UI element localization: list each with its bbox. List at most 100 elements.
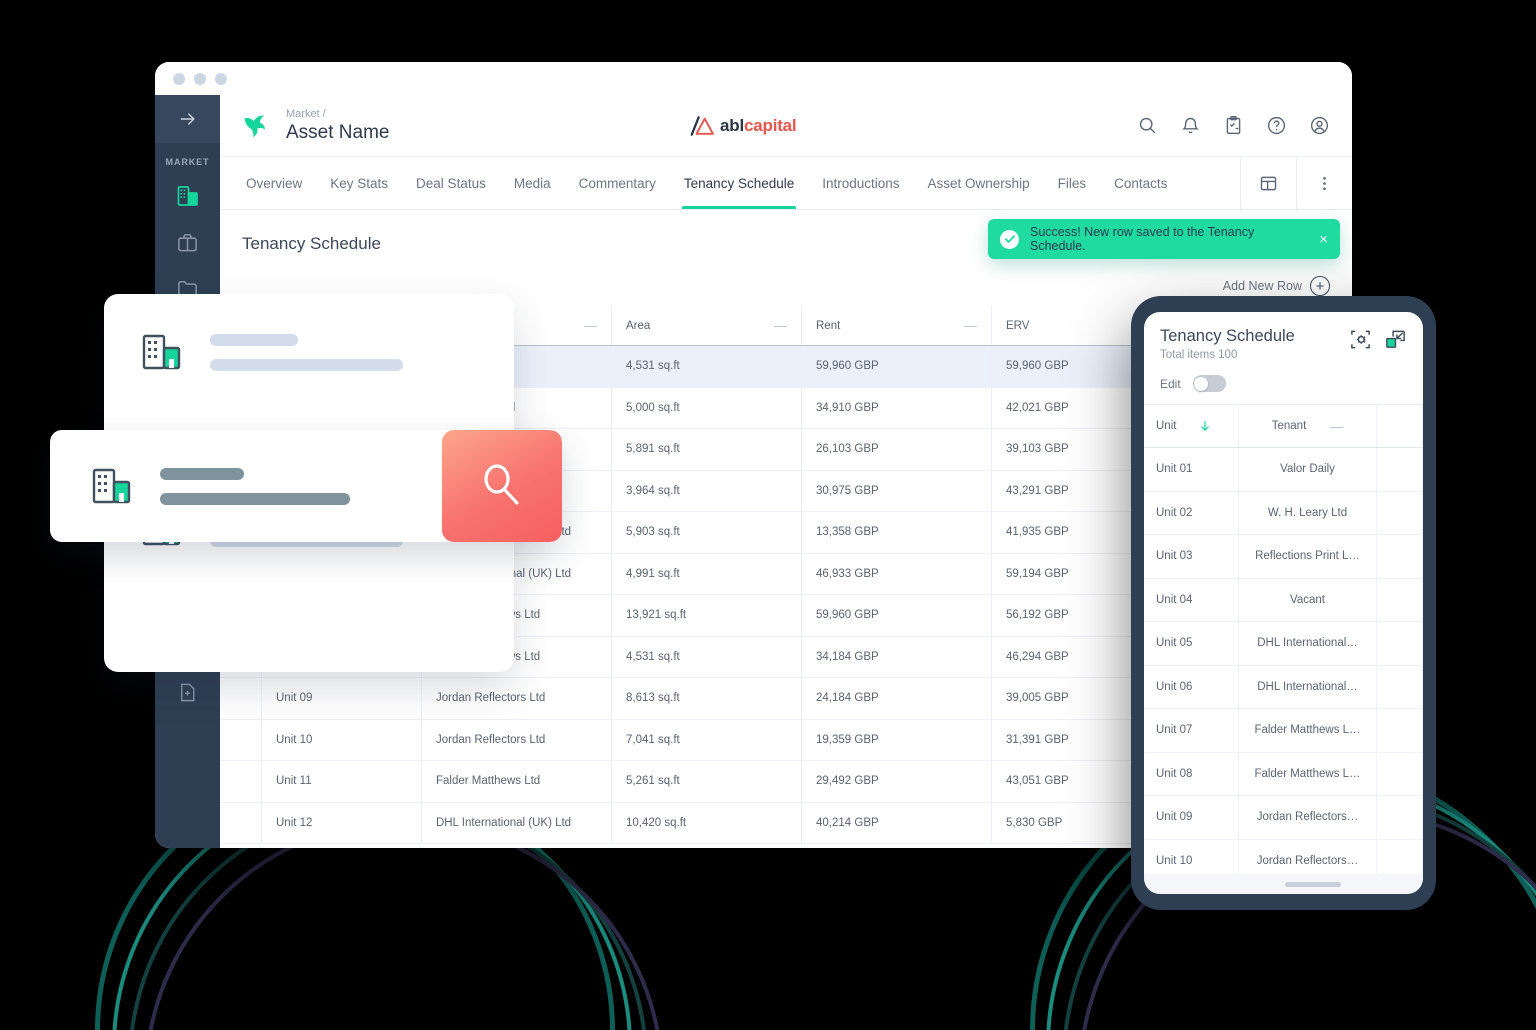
tab-media[interactable]: Media — [500, 157, 565, 209]
column-header-rent[interactable]: Rent — — [802, 306, 992, 345]
tablet-column-header-tenant[interactable]: Tenant — — [1239, 405, 1377, 447]
window-dot-maximize[interactable] — [215, 72, 227, 85]
tab-overview[interactable]: Overview — [232, 157, 316, 209]
column-header-area[interactable]: Area — — [612, 306, 802, 345]
kangaroo-logo-icon — [244, 115, 265, 137]
bell-icon[interactable] — [1180, 115, 1201, 136]
tab-introductions[interactable]: Introductions — [808, 157, 913, 209]
buildings-icon — [177, 186, 198, 206]
tablet-header-row: Unit Tenant — — [1144, 404, 1423, 448]
search-tile-button[interactable] — [442, 430, 562, 542]
tab-contacts[interactable]: Contacts — [1100, 157, 1181, 209]
sidebar-item-add-document[interactable] — [167, 671, 209, 713]
table-cell-area: 3,964 sq.ft — [612, 470, 802, 511]
floating-result-card-front[interactable] — [50, 430, 562, 542]
close-icon[interactable]: × — [1319, 232, 1328, 247]
tablet-table-row[interactable]: Unit 07 Falder Matthews L… — [1144, 709, 1423, 753]
more-vertical-icon — [1323, 176, 1326, 190]
tab-asset-ownership[interactable]: Asset Ownership — [914, 157, 1044, 209]
sidebar-item-briefcase[interactable] — [167, 221, 209, 263]
sidebar-collapse-toggle[interactable] — [155, 95, 220, 143]
layout-panel-button[interactable] — [1240, 157, 1296, 209]
tablet-column-header-unit[interactable]: Unit — [1144, 405, 1239, 447]
company-logo: ablcapital — [690, 116, 797, 136]
tablet-table-row[interactable]: Unit 03 Reflections Print L… — [1144, 535, 1423, 579]
tablet-title: Tenancy Schedule — [1160, 327, 1295, 345]
sidebar-section-market-label: MARKET — [165, 157, 210, 167]
tablet-cell-tenant: DHL International… — [1239, 665, 1377, 708]
column-header-erv-label: ERV — [1006, 319, 1030, 332]
table-cell-area: 5,000 sq.ft — [612, 387, 802, 428]
tablet-cell-blank — [1377, 839, 1423, 874]
tablet-horizontal-scrollbar[interactable] — [1144, 874, 1423, 894]
window-dot-minimize[interactable] — [194, 72, 206, 85]
building-icon — [142, 334, 181, 370]
tablet-table-row[interactable]: Unit 01 Valor Daily — [1144, 448, 1423, 492]
tablet-edit-label: Edit — [1160, 376, 1181, 391]
table-cell-unit: Unit 10 — [262, 719, 422, 760]
more-options-button[interactable] — [1296, 157, 1352, 209]
help-icon[interactable] — [1266, 115, 1287, 136]
table-cell-unit: Unit 12 — [262, 802, 422, 843]
plus-circle-icon[interactable]: + — [1310, 276, 1330, 296]
tablet-edit-switch[interactable] — [1192, 375, 1226, 392]
tablet-table-row[interactable]: Unit 02 W. H. Leary Ltd — [1144, 491, 1423, 535]
arrow-down-icon — [1201, 420, 1210, 431]
tablet-table-body: Unit 01 Valor Daily Unit 02 W. H. Leary Ltd… — [1144, 448, 1423, 874]
tab-tenancy-schedule[interactable]: Tenancy Schedule — [670, 157, 808, 209]
table-cell-rent: 59,960 GBP — [802, 595, 992, 636]
sidebar-item-buildings[interactable] — [167, 175, 209, 217]
search-icon — [484, 464, 519, 505]
tablet-device: Tenancy Schedule Total items 100 Edit Un… — [1131, 296, 1436, 910]
tablet-cell-tenant: Falder Matthews L… — [1239, 752, 1377, 795]
tablet-table-row[interactable]: Unit 08 Falder Matthews L… — [1144, 752, 1423, 796]
skeleton-row — [104, 330, 514, 374]
breadcrumb-parent[interactable]: Market / — [286, 107, 389, 121]
tablet-cell-unit: Unit 06 — [1144, 665, 1239, 708]
tablet-table-row[interactable]: Unit 06 DHL International… — [1144, 665, 1423, 709]
tablet-scroll-thumb[interactable] — [1284, 881, 1341, 887]
tablet-cell-tenant: Vacant — [1239, 578, 1377, 621]
tablet-cell-tenant: W. H. Leary Ltd — [1239, 491, 1377, 534]
table-cell-tenant: DHL International (UK) Ltd — [422, 802, 612, 843]
tab-key-stats[interactable]: Key Stats — [316, 157, 402, 209]
tablet-cell-tenant: Jordan Reflectors… — [1239, 839, 1377, 874]
table-cell-rent: 26,103 GBP — [802, 429, 992, 470]
settings-frame-icon[interactable] — [1349, 328, 1372, 351]
tablet-cell-unit: Unit 05 — [1144, 622, 1239, 665]
tablet-cell-unit: Unit 09 — [1144, 796, 1239, 839]
tab-commentary[interactable]: Commentary — [565, 157, 670, 209]
dash-icon: — — [1330, 418, 1344, 434]
add-new-row-control[interactable]: Add New Row + — [1223, 276, 1330, 296]
table-cell-area: 8,613 sq.ft — [612, 678, 802, 719]
tablet-table-row[interactable]: Unit 04 Vacant — [1144, 578, 1423, 622]
skeleton-bar-short — [210, 333, 298, 346]
add-new-row-label: Add New Row — [1222, 279, 1302, 293]
tablet-table-row[interactable]: Unit 05 DHL International… — [1144, 622, 1423, 666]
clipboard-icon[interactable] — [1223, 115, 1244, 136]
breadcrumb: Market / Asset Name — [286, 107, 389, 144]
account-icon[interactable] — [1309, 115, 1330, 136]
tablet-cell-unit: Unit 02 — [1144, 491, 1239, 534]
app-header: Market / Asset Name ablcapital — [220, 95, 1352, 157]
tablet-cell-blank — [1377, 622, 1423, 665]
table-cell-blank — [220, 719, 262, 760]
header-icon-group — [1137, 115, 1330, 136]
tablet-table-row[interactable]: Unit 10 Jordan Reflectors… — [1144, 839, 1423, 874]
tablet-column-header-extra — [1377, 405, 1423, 447]
tab-deal-status[interactable]: Deal Status — [402, 157, 500, 209]
tablet-table-row[interactable]: Unit 09 Jordan Reflectors… — [1144, 796, 1423, 840]
table-cell-tenant: Jordan Reflectors Ltd — [422, 678, 612, 719]
window-titlebar — [155, 62, 1352, 95]
collapse-frame-icon[interactable] — [1384, 328, 1407, 351]
table-cell-rent: 34,910 GBP — [802, 387, 992, 428]
tablet-cell-tenant: Reflections Print L… — [1239, 535, 1377, 578]
table-cell-area: 7,041 sq.ft — [612, 719, 802, 760]
tab-files[interactable]: Files — [1044, 157, 1101, 209]
tablet-table: Unit Tenant — Unit 01 Valor Daily Unit 02 W… — [1144, 404, 1423, 874]
add-document-icon — [181, 683, 195, 701]
tablet-cell-blank — [1377, 535, 1423, 578]
search-icon[interactable] — [1137, 115, 1158, 136]
tablet-cell-unit: Unit 01 — [1144, 448, 1239, 491]
window-dot-close[interactable] — [173, 72, 185, 85]
